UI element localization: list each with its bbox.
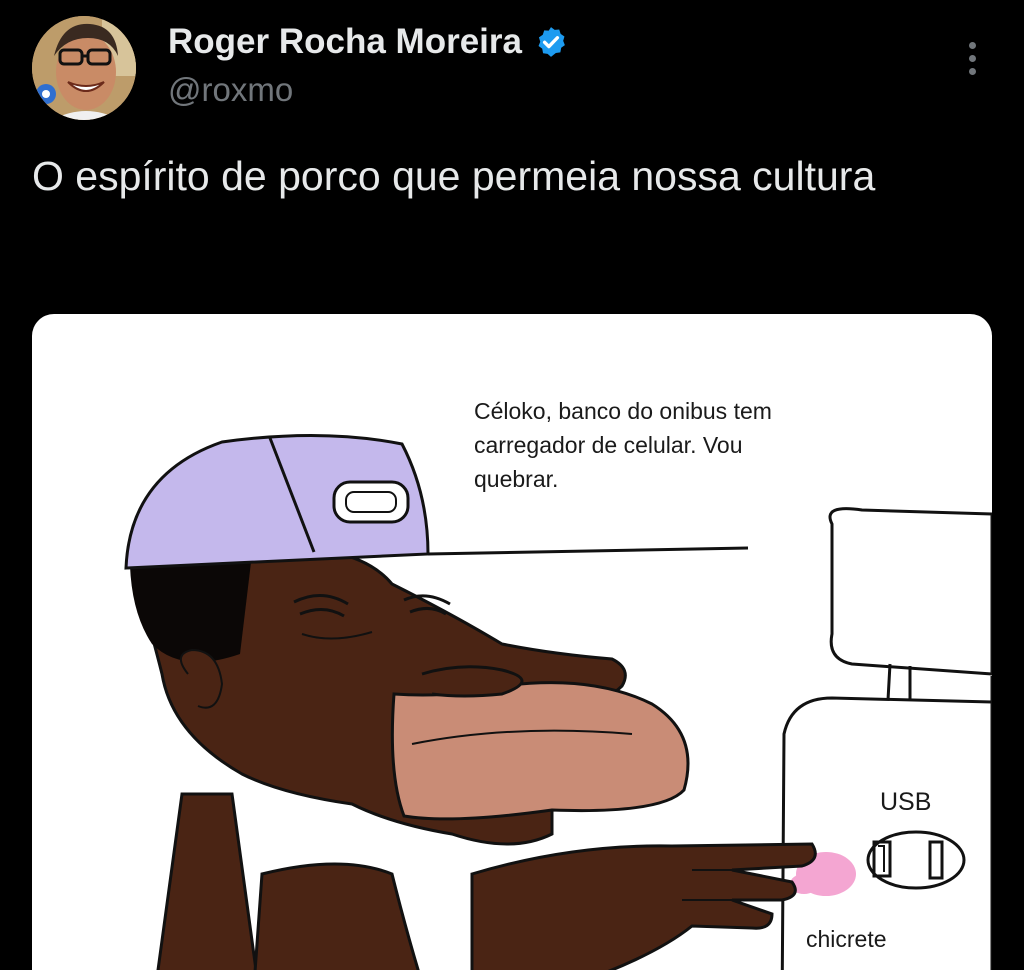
more-options-icon-dot [968,67,976,75]
more-options-button[interactable] [950,36,994,80]
author-handle[interactable]: @roxmo [168,70,293,110]
gum-label: chicrete [806,926,887,952]
author-avatar[interactable] [32,16,136,120]
usb-label: USB [880,788,932,816]
tweet-media-image[interactable]: Céloko, banco do onibus tem carregador d… [32,314,992,970]
author-name-text[interactable]: Roger Rocha Moreira [168,20,522,64]
author-display-name[interactable]: Roger Rocha Moreira [168,20,568,64]
speech-bubble-text: Céloko, banco do onibus tem carregador d… [474,398,772,492]
more-options-icon-dot [968,54,976,62]
verified-badge-icon [534,25,568,59]
tweet-text: O espírito de porco que permeia nossa cu… [32,153,876,199]
more-options-icon [968,41,976,49]
